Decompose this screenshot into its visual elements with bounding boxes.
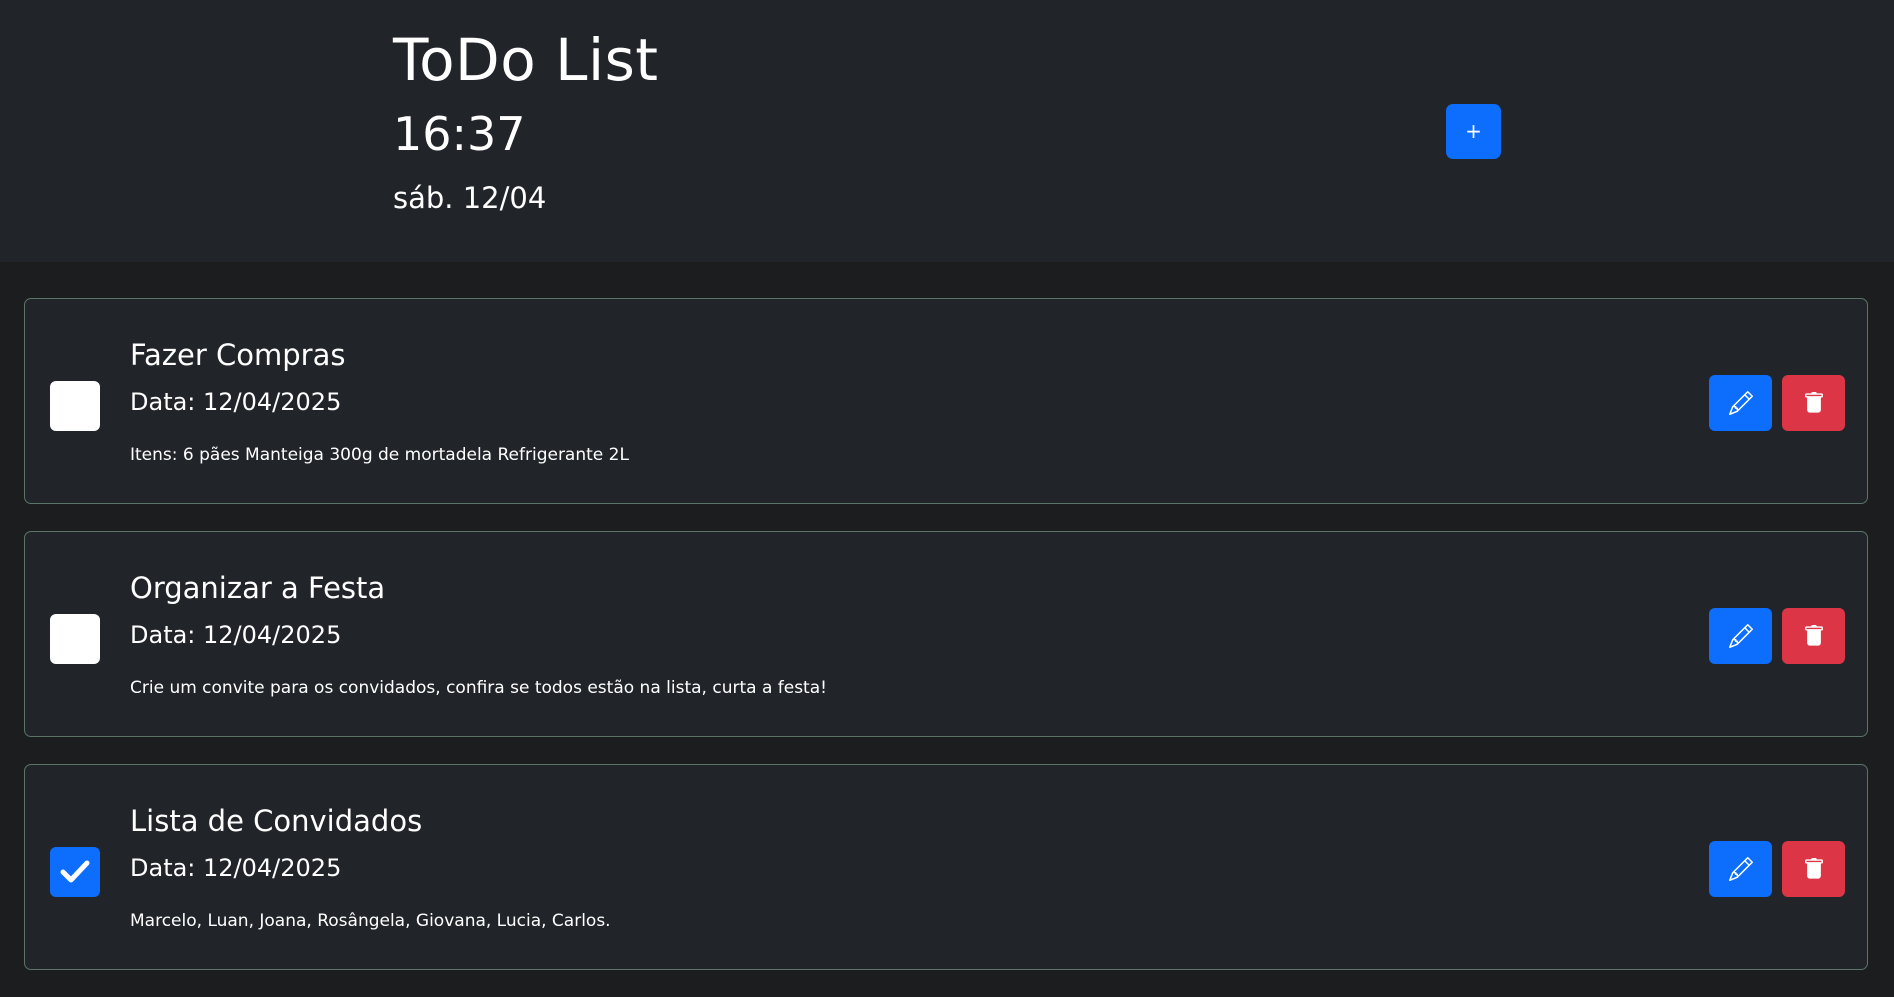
task-checkbox[interactable] <box>50 847 100 897</box>
current-date: sáb. 12/04 <box>393 181 547 215</box>
task-checkbox[interactable] <box>50 381 100 431</box>
delete-task-button[interactable] <box>1782 841 1845 897</box>
task-date: Data: 12/04/2025 <box>130 854 342 882</box>
task-title: Organizar a Festa <box>130 571 386 605</box>
task-date: Data: 12/04/2025 <box>130 621 342 649</box>
add-task-button[interactable]: + <box>1446 104 1501 159</box>
task-title: Fazer Compras <box>130 338 346 372</box>
task-description: Crie um convite para os convidados, conf… <box>130 678 827 698</box>
task-card: Fazer Compras Data: 12/04/2025 Itens: 6 … <box>24 298 1868 504</box>
delete-task-button[interactable] <box>1782 375 1845 431</box>
app-header: ToDo List 16:37 sáb. 12/04 + <box>0 0 1894 262</box>
task-card: Organizar a Festa Data: 12/04/2025 Crie … <box>24 531 1868 737</box>
task-list: Fazer Compras Data: 12/04/2025 Itens: 6 … <box>24 298 1870 997</box>
checkmark-icon <box>60 860 90 883</box>
task-description: Itens: 6 pães Manteiga 300g de mortadela… <box>130 445 629 465</box>
task-description: Marcelo, Luan, Joana, Rosângela, Giovana… <box>130 911 611 931</box>
task-checkbox[interactable] <box>50 614 100 664</box>
pencil-icon <box>1728 857 1753 881</box>
pencil-icon <box>1728 624 1753 648</box>
edit-task-button[interactable] <box>1709 375 1772 431</box>
task-date: Data: 12/04/2025 <box>130 388 342 416</box>
trash-icon <box>1804 392 1823 413</box>
edit-task-button[interactable] <box>1709 608 1772 664</box>
pencil-icon <box>1728 391 1753 415</box>
delete-task-button[interactable] <box>1782 608 1845 664</box>
current-time: 16:37 <box>393 107 526 161</box>
trash-icon <box>1804 858 1823 879</box>
task-title: Lista de Convidados <box>130 804 423 838</box>
app-title: ToDo List <box>393 26 659 94</box>
task-card: Lista de Convidados Data: 12/04/2025 Mar… <box>24 764 1868 970</box>
edit-task-button[interactable] <box>1709 841 1772 897</box>
trash-icon <box>1804 625 1823 646</box>
